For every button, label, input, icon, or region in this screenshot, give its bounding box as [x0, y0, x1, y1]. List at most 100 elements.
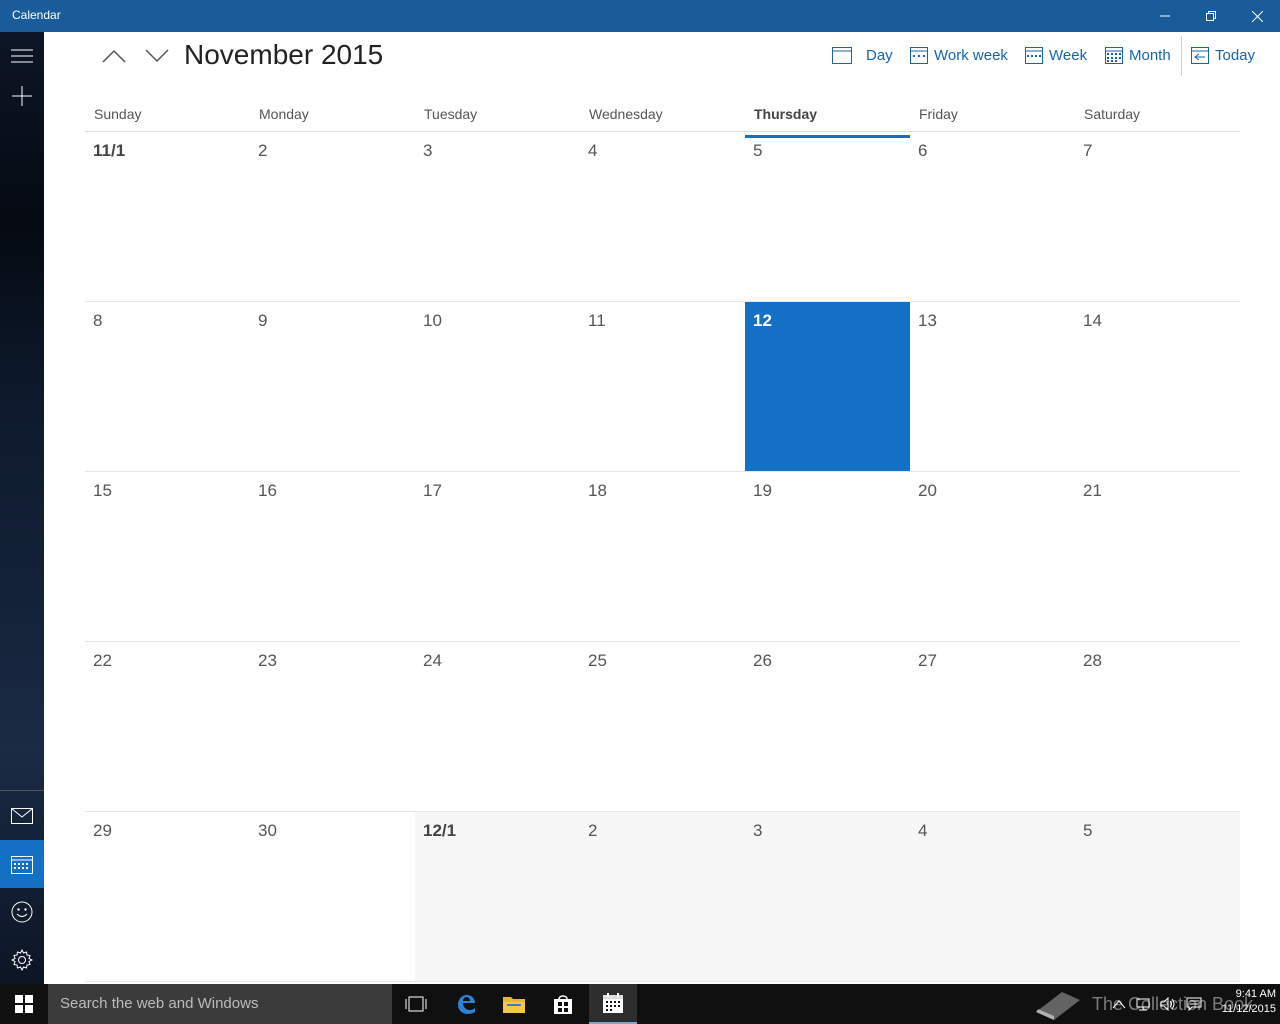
day-cell[interactable]: 24	[415, 642, 580, 811]
day-number: 28	[1083, 651, 1102, 670]
weeks-container: 11/1 2 3 4 5 6 7 8 9 10 11 12 13 14 15 16 17 18 19 20 21 22 23…	[85, 132, 1240, 982]
close-button[interactable]	[1234, 0, 1280, 32]
workweek-view-icon	[910, 47, 928, 64]
weekday-header-wednesday: Wednesday	[589, 106, 663, 122]
previous-month-button[interactable]	[98, 40, 130, 72]
week-row: 11/1 2 3 4 5 6 7	[85, 132, 1240, 302]
calendar-icon	[11, 856, 33, 874]
day-cell[interactable]: 3	[415, 132, 580, 301]
edge-browser-button[interactable]	[442, 984, 490, 1024]
week-row: 15 16 17 18 19 20 21	[85, 472, 1240, 642]
day-number: 14	[1083, 311, 1102, 330]
month-view-label: Month	[1129, 46, 1171, 64]
rail-divider	[0, 790, 44, 791]
minimize-button[interactable]	[1142, 0, 1188, 32]
app-rail	[0, 32, 44, 984]
day-number: 3	[753, 821, 763, 840]
day-cell[interactable]: 19	[745, 472, 910, 641]
title-bar: Calendar	[0, 0, 1280, 32]
month-view-icon	[1105, 47, 1123, 64]
day-cell[interactable]: 10	[415, 302, 580, 471]
day-number: 19	[753, 481, 772, 500]
action-center-icon[interactable]	[1186, 997, 1202, 1011]
mail-button[interactable]	[0, 792, 44, 840]
new-event-button[interactable]	[0, 72, 44, 120]
day-cell[interactable]: 16	[250, 472, 415, 641]
calendar-app-button[interactable]	[589, 984, 637, 1024]
month-title: November 2015	[184, 39, 384, 70]
month-view-button[interactable]: Month	[1105, 42, 1171, 68]
store-button[interactable]	[539, 984, 587, 1024]
feedback-button[interactable]	[0, 888, 44, 936]
edge-icon	[458, 995, 475, 1014]
clock[interactable]: 9:41 AM 11/12/2015	[1206, 987, 1276, 1017]
today-icon	[1191, 47, 1209, 64]
book-logo-icon	[1036, 992, 1080, 1020]
day-cell[interactable]: 20	[910, 472, 1075, 641]
day-cell[interactable]: 5	[745, 132, 910, 301]
day-cell[interactable]: 12/1	[415, 812, 580, 981]
day-cell[interactable]: 14	[1075, 302, 1240, 471]
search-placeholder: Search the web and Windows	[60, 995, 259, 1012]
day-number: 24	[423, 651, 442, 670]
file-explorer-button[interactable]	[490, 984, 538, 1024]
day-cell[interactable]: 8	[85, 302, 250, 471]
day-number: 12/1	[423, 821, 457, 840]
day-number: 8	[93, 311, 103, 330]
settings-button[interactable]	[0, 936, 44, 984]
day-cell[interactable]: 2	[250, 132, 415, 301]
header-divider	[1181, 36, 1182, 76]
start-button[interactable]	[0, 984, 48, 1024]
day-cell-today[interactable]: 12	[745, 302, 910, 471]
day-cell[interactable]: 15	[85, 472, 250, 641]
network-icon[interactable]	[1136, 997, 1150, 1011]
day-cell[interactable]: 11/1	[85, 132, 250, 301]
month-grid: Sunday Monday Tuesday Wednesday Thursday Frid…	[85, 100, 1240, 982]
day-cell[interactable]: 13	[910, 302, 1075, 471]
day-cell[interactable]: 30	[250, 812, 415, 981]
search-box[interactable]: Search the web and Windows	[48, 984, 392, 1024]
day-cell[interactable]: 18	[580, 472, 745, 641]
day-cell[interactable]: 6	[910, 132, 1075, 301]
day-cell[interactable]: 28	[1075, 642, 1240, 811]
day-cell[interactable]: 25	[580, 642, 745, 811]
mail-icon	[11, 808, 33, 824]
calendar-app-icon	[603, 993, 623, 1013]
day-cell[interactable]: 26	[745, 642, 910, 811]
next-month-button[interactable]	[141, 40, 173, 72]
day-cell[interactable]: 9	[250, 302, 415, 471]
day-cell[interactable]: 21	[1075, 472, 1240, 641]
day-cell[interactable]: 4	[910, 812, 1075, 981]
day-number: 27	[918, 651, 937, 670]
workweek-view-button[interactable]: Work week	[910, 42, 1008, 68]
week-view-button[interactable]: Week	[1025, 42, 1087, 68]
hamburger-icon	[11, 49, 33, 63]
day-cell[interactable]: 5	[1075, 812, 1240, 981]
week-view-icon	[1025, 47, 1043, 64]
day-cell[interactable]: 22	[85, 642, 250, 811]
day-view-button[interactable]: Day	[832, 42, 893, 68]
volume-icon[interactable]	[1160, 997, 1176, 1011]
day-cell[interactable]: 11	[580, 302, 745, 471]
day-number: 25	[588, 651, 607, 670]
day-cell[interactable]: 27	[910, 642, 1075, 811]
today-button[interactable]: Today	[1191, 42, 1255, 68]
day-cell[interactable]: 23	[250, 642, 415, 811]
day-cell[interactable]: 2	[580, 812, 745, 981]
day-number: 15	[93, 481, 112, 500]
task-view-button[interactable]	[392, 984, 440, 1024]
chevron-up-tray-icon[interactable]	[1112, 999, 1126, 1009]
calendar-button[interactable]	[0, 840, 44, 888]
smiley-icon	[11, 901, 33, 923]
day-cell[interactable]: 4	[580, 132, 745, 301]
day-cell[interactable]: 29	[85, 812, 250, 981]
day-number: 18	[588, 481, 607, 500]
weekday-header-saturday: Saturday	[1084, 106, 1141, 122]
restore-button[interactable]	[1188, 0, 1234, 32]
day-cell[interactable]: 7	[1075, 132, 1240, 301]
day-cell[interactable]: 17	[415, 472, 580, 641]
day-cell[interactable]: 3	[745, 812, 910, 981]
weekday-header-friday: Friday	[919, 106, 958, 122]
week-row: 29 30 12/1 2 3 4 5	[85, 812, 1240, 982]
clock-date: 11/12/2015	[1221, 1003, 1276, 1015]
